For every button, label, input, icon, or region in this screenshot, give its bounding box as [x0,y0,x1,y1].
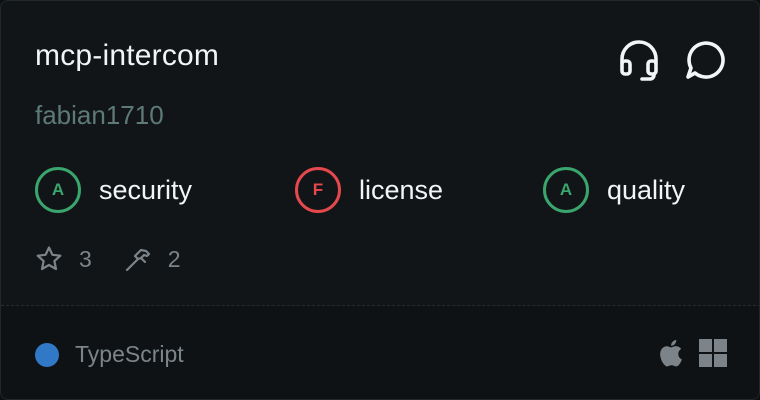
grades-row: A security F license A quality [35,167,735,213]
apple-icon [657,338,683,368]
tools-count: 2 [167,245,181,272]
grade-label: security [99,174,193,205]
server-title[interactable]: mcp-intercom [35,39,219,73]
hammer-icon [124,245,152,273]
language-name: TypeScript [75,341,184,367]
headset-icon[interactable] [617,37,661,81]
stars-stat: 3 [35,245,92,273]
header-icons [617,37,725,81]
chat-bubble-icon[interactable] [681,37,725,81]
stars-count: 3 [79,245,92,272]
grade-badge: A [543,167,589,213]
author-name[interactable]: fabian1710 [35,100,164,131]
grade-security[interactable]: A security [35,167,192,213]
star-icon [35,245,63,273]
platform-icons [657,338,727,368]
tools-stat: 2 [124,245,181,273]
grade-label: license [359,174,444,205]
language-dot [35,342,59,367]
stats-row: 3 2 [35,245,213,273]
grade-badge: A [35,167,81,213]
grade-license[interactable]: F license [295,167,443,213]
windows-icon [699,339,727,367]
grade-quality[interactable]: A quality [543,167,685,213]
card-footer: TypeScript [1,306,759,399]
language: TypeScript [35,341,184,368]
grade-badge: F [295,167,341,213]
grade-label: quality [607,174,686,205]
server-card[interactable]: mcp-intercom fabian1710 A security F lic… [0,0,760,400]
